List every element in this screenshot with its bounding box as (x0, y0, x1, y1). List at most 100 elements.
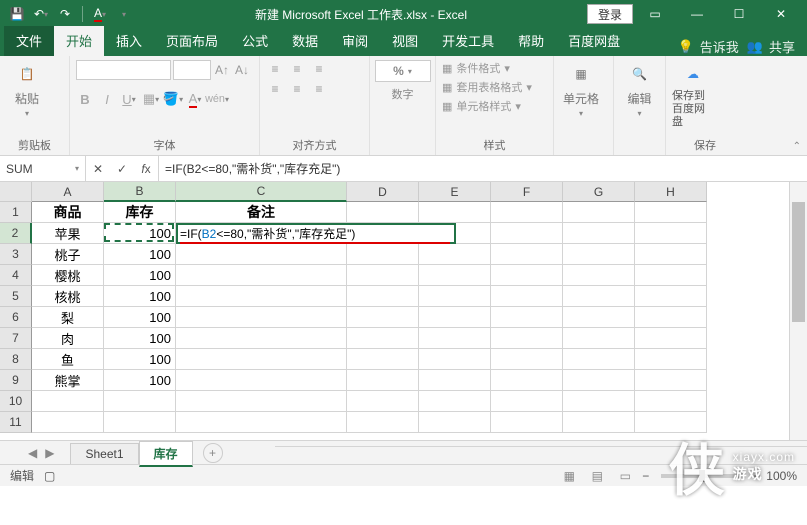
scroll-thumb[interactable] (792, 202, 805, 322)
tab-file[interactable]: 文件 (4, 26, 54, 56)
tab-help[interactable]: 帮助 (506, 26, 556, 56)
col-D[interactable]: D (347, 182, 419, 202)
cell-B6[interactable]: 100 (104, 307, 176, 328)
col-B[interactable]: B (104, 182, 176, 202)
close-icon[interactable]: ✕ (761, 0, 801, 28)
cell-A5[interactable]: 核桃 (32, 286, 104, 307)
row-9[interactable]: 9 (0, 370, 32, 391)
save-baidu-button[interactable]: ☁保存到 百度网盘 (672, 60, 714, 130)
cell-B4[interactable]: 100 (104, 265, 176, 286)
underline-button[interactable]: U▾ (120, 90, 138, 108)
worksheet-grid[interactable]: A B C D E F G H 1 2 3 4 5 6 7 8 9 10 11 … (0, 182, 807, 440)
font-size-input[interactable] (173, 60, 211, 80)
align-right-icon[interactable]: ≡ (310, 80, 328, 98)
zoom-level[interactable]: 100% (766, 469, 797, 483)
font-color-icon[interactable]: A▾ (89, 3, 111, 25)
tab-review[interactable]: 审阅 (330, 26, 380, 56)
editing-cell-C2[interactable]: =IF(B2<=80,"需补货","库存充足") (176, 223, 456, 244)
col-E[interactable]: E (419, 182, 491, 202)
row-1[interactable]: 1 (0, 202, 32, 223)
ribbon-options-icon[interactable]: ▭ (635, 0, 675, 28)
tab-formulas[interactable]: 公式 (230, 26, 280, 56)
bold-button[interactable]: B (76, 90, 94, 108)
row-2[interactable]: 2 (0, 223, 32, 244)
tell-me-search[interactable]: 💡告诉我 (678, 37, 739, 56)
col-C[interactable]: C (176, 182, 347, 202)
row-5[interactable]: 5 (0, 286, 32, 307)
row-10[interactable]: 10 (0, 391, 32, 412)
cell-A4[interactable]: 樱桃 (32, 265, 104, 286)
tab-layout[interactable]: 页面布局 (154, 26, 230, 56)
zoom-out-icon[interactable]: − (642, 469, 649, 483)
row-4[interactable]: 4 (0, 265, 32, 286)
phonetic-button[interactable]: wén▾ (208, 90, 226, 108)
row-8[interactable]: 8 (0, 349, 32, 370)
page-layout-view-icon[interactable]: ▤ (586, 468, 608, 484)
row-7[interactable]: 7 (0, 328, 32, 349)
sheet-tab-stock[interactable]: 库存 (139, 441, 193, 467)
col-H[interactable]: H (635, 182, 707, 202)
cell-A3[interactable]: 桃子 (32, 244, 104, 265)
cell-B5[interactable]: 100 (104, 286, 176, 307)
minimize-icon[interactable]: — (677, 0, 717, 28)
name-box[interactable]: SUM▾ (0, 156, 86, 181)
align-middle-icon[interactable]: ≡ (288, 60, 306, 78)
row-headers[interactable]: 1 2 3 4 5 6 7 8 9 10 11 (0, 202, 32, 433)
cell-A2[interactable]: 苹果 (32, 223, 104, 244)
number-format-select[interactable]: %▾ (375, 60, 431, 82)
align-bottom-icon[interactable]: ≡ (310, 60, 328, 78)
editing-button[interactable]: 🔍编辑▾ (620, 60, 659, 118)
tab-baidu[interactable]: 百度网盘 (556, 26, 632, 56)
font-family-input[interactable] (76, 60, 171, 80)
tab-view[interactable]: 视图 (380, 26, 430, 56)
cell-B3[interactable]: 100 (104, 244, 176, 265)
collapse-ribbon-icon[interactable]: ⌃ (793, 141, 801, 152)
cell-B7[interactable]: 100 (104, 328, 176, 349)
col-A[interactable]: A (32, 182, 104, 202)
col-G[interactable]: G (563, 182, 635, 202)
column-headers[interactable]: A B C D E F G H (32, 182, 707, 202)
cell-A8[interactable]: 鱼 (32, 349, 104, 370)
cell-A7[interactable]: 肉 (32, 328, 104, 349)
italic-button[interactable]: I (98, 90, 116, 108)
horizontal-scrollbar[interactable] (275, 446, 807, 460)
cell-B8[interactable]: 100 (104, 349, 176, 370)
vertical-scrollbar[interactable] (789, 182, 807, 440)
cell-A9[interactable]: 熊掌 (32, 370, 104, 391)
border-button[interactable]: ▦▾ (142, 90, 160, 108)
cell-C1[interactable]: 备注 (176, 202, 347, 223)
add-sheet-button[interactable]: + (203, 443, 223, 463)
align-center-icon[interactable]: ≡ (288, 80, 306, 98)
normal-view-icon[interactable]: ▦ (558, 468, 580, 484)
cell-B1[interactable]: 库存 (104, 202, 176, 223)
fill-color-button[interactable]: 🪣▾ (164, 90, 182, 108)
zoom-slider[interactable] (661, 474, 741, 478)
save-icon[interactable]: 💾 (6, 3, 28, 25)
page-break-view-icon[interactable]: ▭ (614, 468, 636, 484)
accept-formula-icon[interactable]: ✓ (110, 156, 134, 181)
login-button[interactable]: 登录 (587, 4, 633, 24)
conditional-format-button[interactable]: ▦条件格式▾ (442, 60, 547, 76)
align-left-icon[interactable]: ≡ (266, 80, 284, 98)
align-top-icon[interactable]: ≡ (266, 60, 284, 78)
undo-icon[interactable]: ↶▾ (30, 3, 52, 25)
sheet-prev-icon[interactable]: ◀ (28, 446, 37, 460)
formula-input[interactable]: =IF(B2<=80,"需补货","库存充足") (159, 160, 807, 177)
sheet-tab-sheet1[interactable]: Sheet1 (70, 443, 138, 464)
cancel-formula-icon[interactable]: ✕ (86, 156, 110, 181)
font-color-button[interactable]: A▾ (186, 90, 204, 108)
cells-button[interactable]: ▦单元格▾ (560, 60, 602, 118)
row-3[interactable]: 3 (0, 244, 32, 265)
cell-A6[interactable]: 梨 (32, 307, 104, 328)
cell-B2[interactable]: 100 (104, 223, 176, 244)
table-format-button[interactable]: ▦套用表格格式▾ (442, 79, 547, 95)
cell-B9[interactable]: 100 (104, 370, 176, 391)
cell-A1[interactable]: 商品 (32, 202, 104, 223)
zoom-in-icon[interactable]: + (753, 469, 760, 483)
tab-data[interactable]: 数据 (280, 26, 330, 56)
cell-styles-button[interactable]: ▦单元格样式▾ (442, 98, 547, 114)
qat-customize-icon[interactable]: ▾ (113, 3, 135, 25)
share-button[interactable]: 👥共享 (747, 37, 795, 56)
select-all-corner[interactable] (0, 182, 32, 202)
redo-icon[interactable]: ↷ (54, 3, 76, 25)
